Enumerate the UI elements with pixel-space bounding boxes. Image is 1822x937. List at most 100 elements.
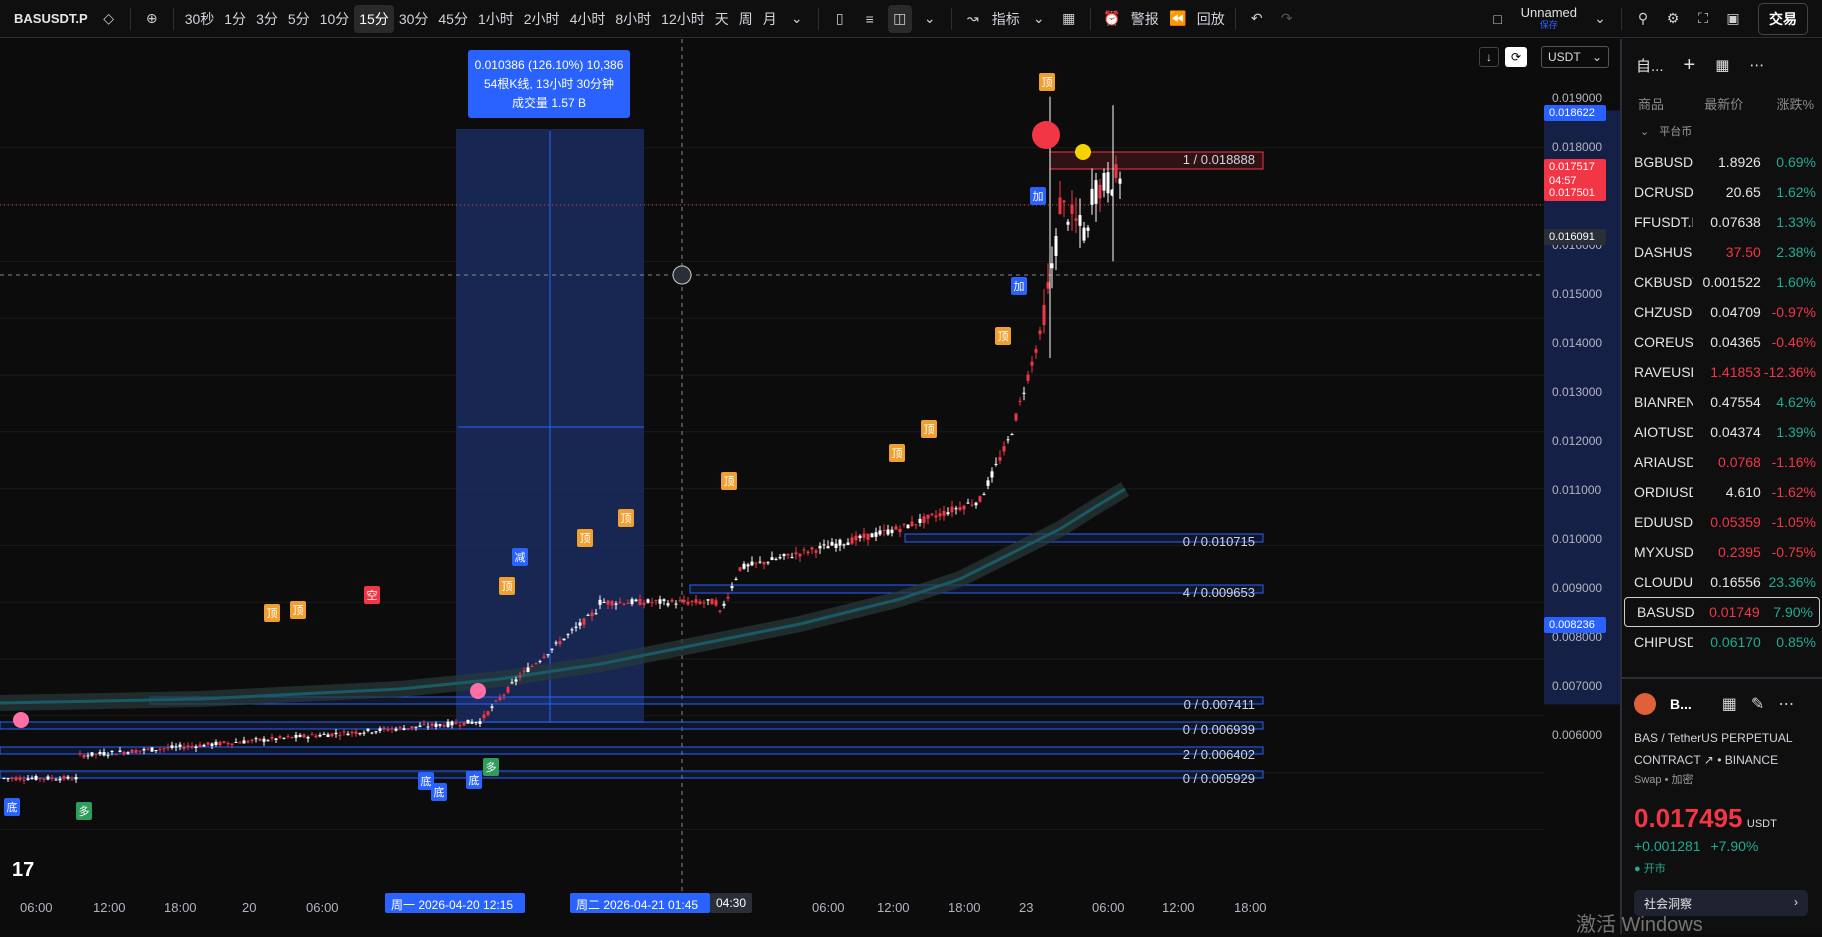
candles-icon[interactable]: ▯: [828, 5, 852, 33]
candle-body: [438, 724, 442, 726]
more-icon[interactable]: ⋯: [1749, 56, 1764, 74]
interval-12[interactable]: 12小时: [656, 5, 710, 33]
bars-icon[interactable]: ≡: [858, 5, 882, 33]
watchlist-row[interactable]: ORDIUSDT 4.610 -1.62%: [1622, 477, 1822, 507]
watchlist-title[interactable]: 自...: [1636, 55, 1664, 76]
quick-search-icon[interactable]: ⚲: [1631, 5, 1655, 33]
watchlist-row[interactable]: MYXUSDT 0.2395 -0.75%: [1622, 537, 1822, 567]
indicators-icon[interactable]: ↝: [961, 5, 985, 33]
camera-icon[interactable]: ▣: [1721, 5, 1745, 33]
interval-0[interactable]: 30秒: [180, 5, 220, 33]
watchlist-last: 0.0768: [1718, 454, 1761, 470]
add-icon[interactable]: +: [1684, 54, 1696, 77]
watchlist-row[interactable]: BGBUSDT 1.8926 0.69%: [1622, 147, 1822, 177]
interval-5[interactable]: 15分: [354, 4, 394, 33]
scroll-down-icon[interactable]: ↓: [1479, 47, 1499, 67]
interval-3[interactable]: 5分: [283, 5, 315, 33]
candle-body: [338, 735, 342, 737]
layout-name[interactable]: Unnamed 保存: [1521, 6, 1577, 31]
watchlist-row[interactable]: DCRUSDT 20.65 1.62%: [1622, 177, 1822, 207]
col-last[interactable]: 最新价: [1704, 94, 1761, 113]
watchlist-row[interactable]: RAVEUSDT 1.41853-12.36%: [1622, 357, 1822, 387]
candle-body: [310, 734, 314, 736]
interval-13[interactable]: 天: [710, 5, 734, 33]
time-tick: 06:00: [306, 900, 339, 915]
candle-body: [646, 599, 650, 603]
price-axis[interactable]: 0.0190000.0180000.0170000.0160000.015000…: [1544, 39, 1620, 899]
trade-button[interactable]: 交易: [1758, 2, 1808, 35]
candle-body: [10, 777, 14, 779]
redo-icon[interactable]: ↷: [1275, 5, 1299, 33]
detail-price: 0.017495: [1634, 803, 1743, 833]
col-symbol[interactable]: 商品: [1630, 94, 1704, 113]
chart-canvas[interactable]: 1 / 0.018888 0 / 0.010715 4 / 0.009653 0 / …: [0, 39, 1620, 934]
add-symbol-icon[interactable]: ⊕: [140, 5, 164, 33]
watchlist-change: 0.69%: [1776, 154, 1816, 170]
candle-body: [598, 599, 602, 605]
alert-button[interactable]: 警报: [1131, 9, 1159, 29]
detail-pct: +7.90%: [1710, 838, 1759, 854]
watchlist-row[interactable]: BASUSDT 0.01749 7.90%: [1624, 597, 1820, 627]
level-label: 2 / 0.006402: [1183, 747, 1255, 762]
chart-area[interactable]: 1 / 0.018888 0 / 0.010715 4 / 0.009653 0 / …: [0, 39, 1620, 934]
columns-icon[interactable]: ▦: [1715, 56, 1729, 74]
diamond-icon[interactable]: ◇: [97, 5, 121, 33]
chevron-down-icon[interactable]: ⌄: [785, 5, 809, 33]
watchlist-row[interactable]: DASHUSDT 37.50 2.38%: [1622, 237, 1822, 267]
symbol-search[interactable]: BASUSDT.P: [8, 7, 94, 30]
watchlist-last: 0.05359: [1710, 514, 1761, 530]
edit-icon[interactable]: ✎: [1751, 694, 1764, 714]
watchlist-symbol: ORDIUSDT: [1634, 484, 1693, 500]
chevron-down-icon[interactable]: ⌄: [1027, 5, 1051, 33]
candle-body: [770, 557, 774, 561]
col-change[interactable]: 涨跌%: [1761, 94, 1814, 113]
watchlist-row[interactable]: ARIAUSDT 0.0768 -1.16%: [1622, 447, 1822, 477]
watchlist-row[interactable]: BIANRENSHENG 0.47554 4.62%: [1622, 387, 1822, 417]
interval-1[interactable]: 1分: [219, 5, 251, 33]
fullscreen-icon[interactable]: ⛶: [1691, 5, 1715, 33]
watchlist-row[interactable]: CHIPUSDT 0.06170 0.85%: [1622, 627, 1822, 657]
watchlist-row[interactable]: EDUUSDT 0.05359 -1.05%: [1622, 507, 1822, 537]
watchlist-row[interactable]: COREUSDT 0.04365 -0.46%: [1622, 327, 1822, 357]
hollow-candles-icon[interactable]: ◫: [887, 4, 912, 33]
watchlist-row[interactable]: CHZUSDT 0.04709 -0.97%: [1622, 297, 1822, 327]
settings-icon[interactable]: ⚙: [1661, 5, 1685, 33]
refresh-icon[interactable]: ⟳: [1505, 47, 1527, 67]
bottom-marker-text: 底: [469, 773, 480, 787]
detail-exchange[interactable]: BINANCE: [1725, 753, 1778, 767]
candle-body: [22, 779, 26, 781]
interval-14[interactable]: 周: [734, 5, 758, 33]
undo-icon[interactable]: ↶: [1245, 5, 1269, 33]
rewind-icon[interactable]: ⏪: [1166, 5, 1190, 33]
templates-icon[interactable]: ▦: [1722, 694, 1737, 714]
watchlist-row[interactable]: CLOUDUSDT 0.16556 23.36%: [1622, 567, 1822, 597]
square-icon[interactable]: □: [1486, 5, 1510, 33]
candle-body: [374, 731, 378, 733]
candle-body: [706, 599, 710, 601]
interval-15[interactable]: 月: [758, 5, 782, 33]
templates-icon[interactable]: ▦: [1057, 5, 1081, 33]
watchlist-row[interactable]: AIOTUSDT 0.04374 1.39%: [1622, 417, 1822, 447]
alarm-icon[interactable]: ⏰: [1100, 5, 1124, 33]
interval-2[interactable]: 3分: [251, 5, 283, 33]
interval-10[interactable]: 4小时: [565, 5, 611, 33]
watchlist-row[interactable]: CKBUSDT 0.001522 1.60%: [1622, 267, 1822, 297]
interval-6[interactable]: 30分: [394, 5, 434, 33]
external-link-icon[interactable]: ↗: [1704, 753, 1714, 767]
indicators-button[interactable]: 指标: [992, 9, 1020, 29]
chevron-down-icon[interactable]: ⌄: [918, 5, 942, 33]
candle-body: [194, 746, 198, 748]
bottom-marker-text: 底: [434, 785, 445, 799]
interval-4[interactable]: 10分: [315, 5, 355, 33]
candle-body: [402, 728, 406, 731]
interval-7[interactable]: 45分: [433, 5, 473, 33]
interval-9[interactable]: 2小时: [519, 5, 565, 33]
replay-button[interactable]: 回放: [1197, 9, 1225, 29]
watchlist-row[interactable]: FFUSDT.P 0.07638 1.33%: [1622, 207, 1822, 237]
more-icon[interactable]: ⋯: [1778, 694, 1794, 714]
chevron-down-icon[interactable]: ⌄: [1588, 5, 1612, 33]
interval-11[interactable]: 8小时: [610, 5, 656, 33]
interval-8[interactable]: 1小时: [473, 5, 519, 33]
level-label: 0 / 0.005929: [1183, 771, 1255, 786]
watchlist-group[interactable]: ⌄ 平台币: [1622, 115, 1822, 147]
